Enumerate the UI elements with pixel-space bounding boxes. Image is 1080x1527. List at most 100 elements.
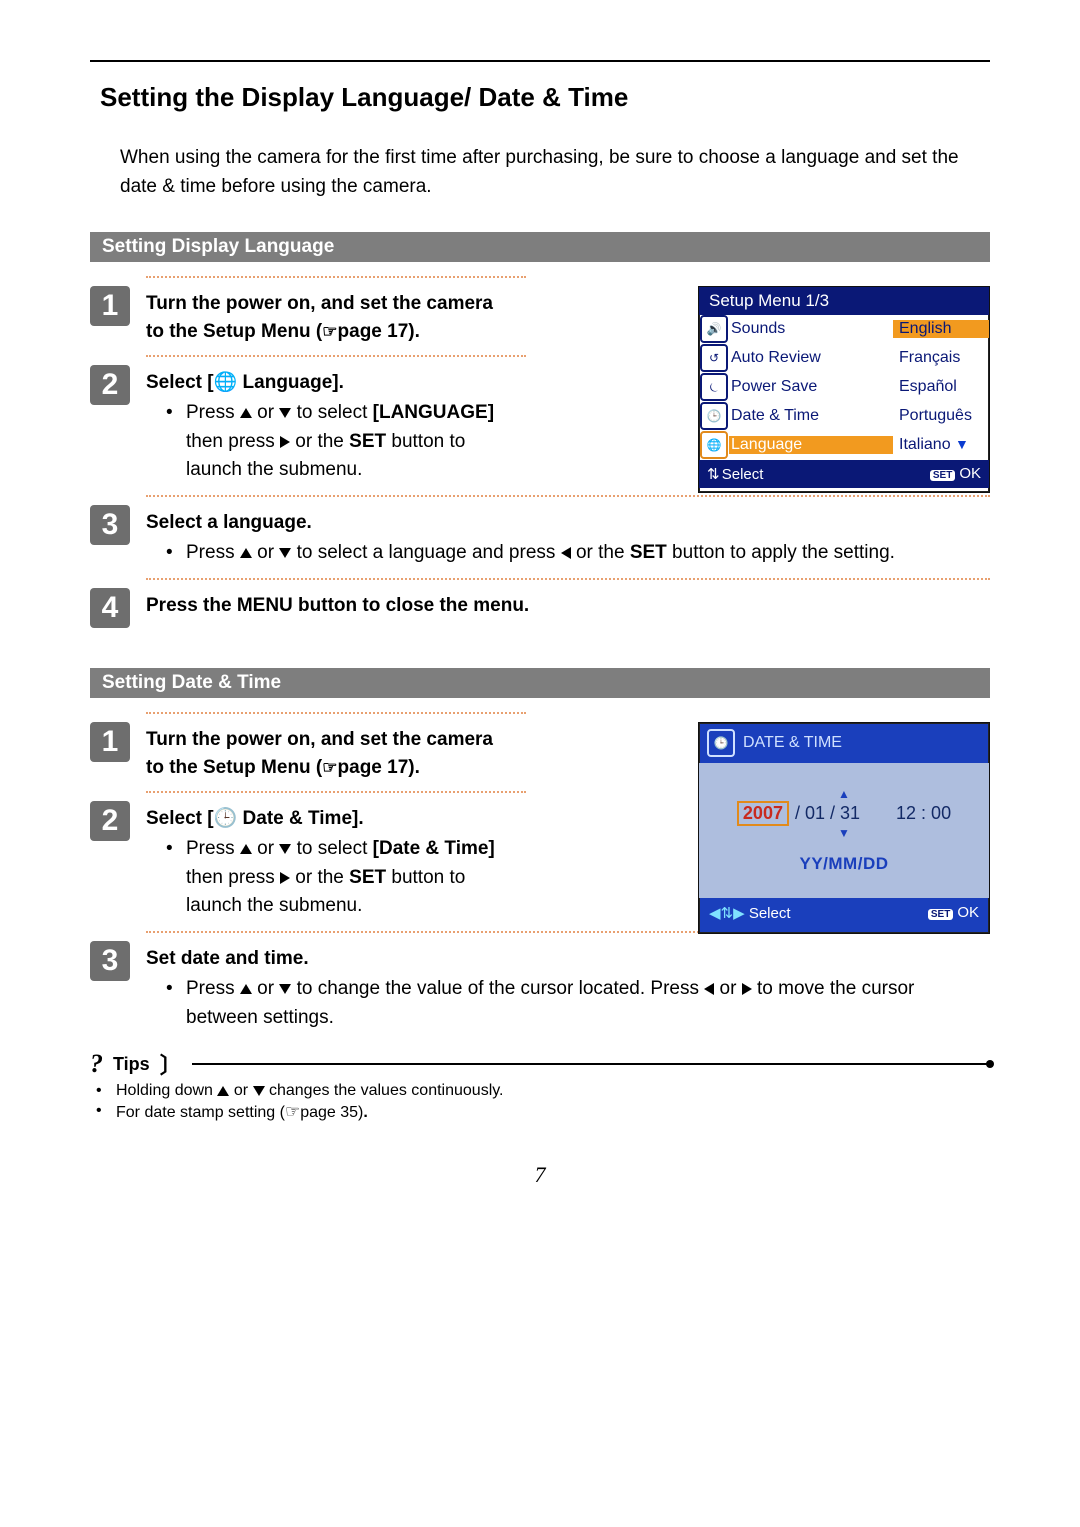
- bullet: Press or to select a language and press …: [166, 539, 990, 568]
- s2-label: Date & Time].: [237, 808, 363, 829]
- page-number: 7: [90, 1162, 990, 1188]
- set-chip: SET: [930, 470, 955, 481]
- menu-row-autoreview: ↺ Auto Review Français: [699, 344, 989, 373]
- s1-page: page 17).: [338, 321, 420, 342]
- step-text: Turn the power on, and set the camera to…: [146, 286, 516, 347]
- footer-select-label: Select: [722, 466, 764, 483]
- s3-lead: Select a language.: [146, 512, 312, 533]
- clock-glyph-icon: 🕒: [214, 808, 238, 829]
- footer-select: ◀⇅▶ Select: [709, 904, 791, 922]
- t: or: [229, 1082, 252, 1099]
- footer-ok-label: OK: [957, 904, 979, 921]
- t: .: [363, 1104, 367, 1121]
- step-text: Select a language. Press or to select a …: [146, 505, 990, 570]
- hand-icon: ☞: [322, 758, 337, 777]
- step-number: 3: [90, 505, 130, 545]
- menu-row-datetime: 🕒 Date & Time Português: [699, 402, 989, 431]
- tip-item: Holding down or changes the values conti…: [96, 1082, 990, 1100]
- footer-ok: SET OK: [928, 904, 979, 921]
- dotted-divider: [146, 495, 990, 497]
- s2-lead: Select [: [146, 808, 214, 829]
- dotted-divider: [146, 578, 990, 580]
- datetime-icon: 🕒: [700, 402, 728, 430]
- t: or: [714, 978, 741, 999]
- down-arrow-icon: [279, 984, 291, 994]
- setup-menu-title: Setup Menu 1/3: [699, 287, 989, 315]
- tips-rule: [192, 1063, 990, 1065]
- step-text: Set date and time. Press or to change th…: [146, 941, 990, 1035]
- up-arrow-icon: [240, 408, 252, 418]
- lang-step-3: 3 Select a language. Press or to select …: [90, 505, 990, 570]
- bullet: Press or to change the value of the curs…: [166, 975, 990, 1032]
- t: or the: [290, 431, 349, 452]
- menu-label: Power Save: [729, 378, 893, 396]
- dt-year: 2007: [737, 801, 789, 826]
- scroll-down-icon: ▼: [955, 436, 969, 452]
- t: [Date & Time]: [373, 838, 495, 859]
- right-arrow-icon: [280, 872, 290, 884]
- step-text: Select [🌐 Language]. Press or to select …: [146, 365, 516, 487]
- down-arrow-icon: [279, 548, 291, 558]
- menu-value: Português: [893, 407, 989, 425]
- dt-step-3: 3 Set date and time. Press or to change …: [90, 941, 990, 1035]
- up-arrow-icon: ▲: [838, 787, 850, 801]
- t: to select: [291, 402, 372, 423]
- hand-icon: ☞: [322, 322, 337, 341]
- t: then press: [186, 867, 280, 888]
- t: [LANGUAGE]: [373, 402, 494, 423]
- setup-menu-screenshot: Setup Menu 1/3 🔊 Sounds English ↺ Auto R…: [698, 286, 990, 493]
- down-arrow-icon: [279, 408, 291, 418]
- menu-value: English: [893, 320, 989, 338]
- datetime-steps: 🕒 DATE & TIME ▲ 2007 / 01 / 31 12 : 00 ▼…: [90, 712, 990, 1123]
- dt-date-row: 2007 / 01 / 31 12 : 00: [737, 801, 951, 826]
- step-number: 4: [90, 588, 130, 628]
- dotted-divider: [146, 276, 526, 278]
- tips-question-icon: ?: [90, 1049, 103, 1079]
- t: or: [252, 402, 279, 423]
- set-chip: SET: [928, 909, 953, 920]
- section-bar-datetime: Setting Date & Time: [90, 668, 990, 698]
- t: SET: [630, 542, 667, 563]
- dotted-divider: [146, 355, 526, 357]
- step-number: 1: [90, 722, 130, 762]
- menu-value-text: Italiano: [899, 436, 951, 453]
- dt-time: 12 : 00: [896, 803, 951, 824]
- menu-label: Date & Time: [729, 407, 893, 425]
- clock-icon: 🕒: [707, 729, 735, 757]
- language-icon: 🌐: [700, 431, 728, 459]
- up-arrow-icon: [240, 548, 252, 558]
- menu-row-language: 🌐 Language Italiano ▼: [699, 431, 989, 460]
- menu-label: Auto Review: [729, 349, 893, 367]
- step-text: Press the MENU button to close the menu.: [146, 588, 990, 621]
- t: button to apply the setting.: [667, 542, 895, 563]
- s1-part1: Turn the power on, and set the camera to…: [146, 293, 493, 343]
- step-number: 2: [90, 365, 130, 405]
- top-rule: [90, 60, 990, 62]
- t: Press: [186, 542, 240, 563]
- review-icon: ↺: [700, 344, 728, 372]
- up-arrow-icon: [240, 844, 252, 854]
- sound-icon: 🔊: [700, 315, 728, 343]
- tips-label: Tips: [113, 1054, 150, 1075]
- t: page 35): [300, 1104, 363, 1121]
- lang-step-4: 4 Press the MENU button to close the men…: [90, 588, 990, 628]
- dt-main: ▲ 2007 / 01 / 31 12 : 00 ▼ YY/MM/DD: [699, 763, 989, 898]
- left-arrow-icon: [704, 983, 714, 995]
- right-arrow-icon: [280, 436, 290, 448]
- menu-label: Sounds: [729, 320, 893, 338]
- t: to change the value of the cursor locate…: [291, 978, 704, 999]
- dotted-divider: [146, 791, 526, 793]
- t: or the: [571, 542, 630, 563]
- s1-part1: Turn the power on, and set the camera to…: [146, 729, 493, 779]
- t: Holding down: [116, 1082, 217, 1099]
- tip-item: For date stamp setting (☞page 35).: [96, 1102, 990, 1122]
- t: or: [252, 838, 279, 859]
- footer-select: ⇅ Select: [707, 465, 763, 483]
- left-arrow-icon: [561, 547, 571, 559]
- t: or: [252, 978, 279, 999]
- datetime-screenshot: 🕒 DATE & TIME ▲ 2007 / 01 / 31 12 : 00 ▼…: [698, 722, 990, 934]
- dt-footer: ◀⇅▶ Select SET OK: [699, 898, 989, 928]
- t: changes the values continuously.: [265, 1082, 504, 1099]
- tips-box: ? Tips 〕 Holding down or changes the val…: [90, 1048, 990, 1122]
- up-arrow-icon: [240, 984, 252, 994]
